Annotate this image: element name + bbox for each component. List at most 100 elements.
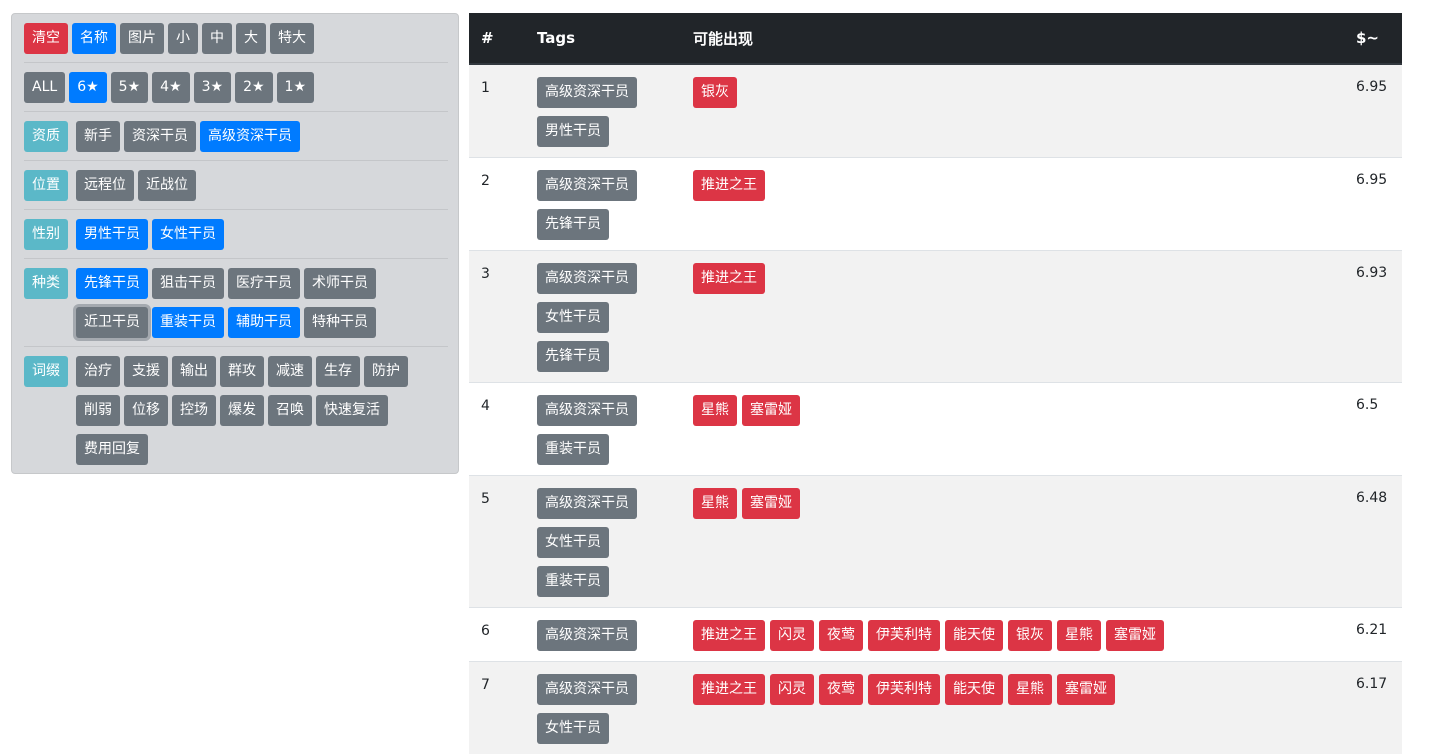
character-badge[interactable]: 伊芙利特 xyxy=(868,620,940,651)
row-number: 4 xyxy=(469,383,525,476)
filter-tag-button[interactable]: 先锋干员 xyxy=(76,268,148,299)
character-badge[interactable]: 推进之王 xyxy=(693,170,765,201)
character-badge[interactable]: 星熊 xyxy=(693,488,737,519)
filter-tag-button[interactable]: 支援 xyxy=(124,356,168,387)
character-badge[interactable]: 夜莺 xyxy=(819,620,863,651)
character-badge[interactable]: 星熊 xyxy=(1008,674,1052,705)
tag-badge: 高级资深干员 xyxy=(537,488,637,519)
filter-group-label: 位置 xyxy=(24,170,68,201)
row-number: 5 xyxy=(469,476,525,608)
filter-row-group: 位置远程位近战位 xyxy=(24,161,448,210)
filter-tag-button[interactable]: 术师干员 xyxy=(304,268,376,299)
filter-display-button[interactable]: 中 xyxy=(202,23,232,54)
filter-tag-button[interactable]: 重装干员 xyxy=(152,307,224,338)
filter-star-button[interactable]: ALL xyxy=(24,72,65,103)
filter-tag-button[interactable]: 群攻 xyxy=(220,356,264,387)
row-price: 6.21 xyxy=(1344,608,1402,662)
filter-tag-button[interactable]: 狙击干员 xyxy=(152,268,224,299)
row-characters: 推进之王 xyxy=(681,251,1344,383)
filter-star-button[interactable]: 1★ xyxy=(277,72,314,103)
filter-tag-button[interactable]: 辅助干员 xyxy=(228,307,300,338)
header-tags: Tags xyxy=(525,13,681,64)
filter-panel: 清空名称图片小中大特大 ALL6★5★4★3★2★1★ 资质新手资深干员高级资深… xyxy=(11,13,459,474)
filter-star-button[interactable]: 2★ xyxy=(235,72,272,103)
display-options: 清空名称图片小中大特大 xyxy=(24,23,448,62)
filter-tag-button[interactable]: 资深干员 xyxy=(124,121,196,152)
row-tags: 高级资深干员男性干员 xyxy=(525,64,681,158)
filter-tag-button[interactable]: 高级资深干员 xyxy=(200,121,300,152)
filter-tag-button[interactable]: 削弱 xyxy=(76,395,120,426)
row-number: 7 xyxy=(469,662,525,754)
character-badge[interactable]: 夜莺 xyxy=(819,674,863,705)
filter-tag-button[interactable]: 召唤 xyxy=(268,395,312,426)
character-badge[interactable]: 星熊 xyxy=(1057,620,1101,651)
filter-display-button[interactable]: 清空 xyxy=(24,23,68,54)
character-badge[interactable]: 塞雷娅 xyxy=(1106,620,1164,651)
filter-tag-button[interactable]: 爆发 xyxy=(220,395,264,426)
filter-star-button[interactable]: 3★ xyxy=(194,72,231,103)
row-price: 6.5 xyxy=(1344,383,1402,476)
tag-badge: 高级资深干员 xyxy=(537,620,637,651)
character-badge[interactable]: 银灰 xyxy=(693,77,737,108)
filter-tag-button[interactable]: 男性干员 xyxy=(76,219,148,250)
group-label-col: 资质 xyxy=(24,121,76,160)
filter-tag-button[interactable]: 近战位 xyxy=(138,170,196,201)
filter-tag-button[interactable]: 减速 xyxy=(268,356,312,387)
character-badge[interactable]: 推进之王 xyxy=(693,620,765,651)
filter-tag-button[interactable]: 治疗 xyxy=(76,356,120,387)
row-price: 6.17 xyxy=(1344,662,1402,754)
filter-display-button[interactable]: 特大 xyxy=(270,23,314,54)
table-row: 3高级资深干员女性干员先锋干员推进之王6.93 xyxy=(469,251,1402,383)
filter-tag-button[interactable]: 位移 xyxy=(124,395,168,426)
header-chars: 可能出现 xyxy=(681,13,1344,64)
character-badge[interactable]: 银灰 xyxy=(1008,620,1052,651)
table-row: 7高级资深干员女性干员推进之王闪灵夜莺伊芙利特能天使星熊塞雷娅6.17 xyxy=(469,662,1402,754)
character-badge[interactable]: 推进之王 xyxy=(693,674,765,705)
row-characters: 推进之王闪灵夜莺伊芙利特能天使银灰星熊塞雷娅 xyxy=(681,608,1344,662)
filter-display-button[interactable]: 名称 xyxy=(72,23,116,54)
filter-tag-button[interactable]: 生存 xyxy=(316,356,360,387)
character-badge[interactable]: 能天使 xyxy=(945,674,1003,705)
filter-tag-button[interactable]: 防护 xyxy=(364,356,408,387)
filter-tag-button[interactable]: 费用回复 xyxy=(76,434,148,465)
filter-tag-button[interactable]: 输出 xyxy=(172,356,216,387)
group-options: 新手资深干员高级资深干员 xyxy=(76,121,448,160)
group-options: 男性干员女性干员 xyxy=(76,219,448,258)
tag-badge: 女性干员 xyxy=(537,713,609,744)
filter-row-display: 清空名称图片小中大特大 xyxy=(24,14,448,63)
character-badge[interactable]: 闪灵 xyxy=(770,620,814,651)
filter-star-button[interactable]: 4★ xyxy=(152,72,189,103)
tag-badge: 女性干员 xyxy=(537,527,609,558)
character-badge[interactable]: 塞雷娅 xyxy=(742,395,800,426)
filter-tag-button[interactable]: 医疗干员 xyxy=(228,268,300,299)
character-badge[interactable]: 推进之王 xyxy=(693,263,765,294)
row-tags: 高级资深干员先锋干员 xyxy=(525,158,681,251)
row-price: 6.95 xyxy=(1344,158,1402,251)
filter-display-button[interactable]: 小 xyxy=(168,23,198,54)
filter-star-button[interactable]: 5★ xyxy=(111,72,148,103)
tag-badge: 高级资深干员 xyxy=(537,263,637,294)
group-options: 先锋干员狙击干员医疗干员术师干员近卫干员重装干员辅助干员特种干员 xyxy=(76,268,448,346)
filter-display-button[interactable]: 大 xyxy=(236,23,266,54)
row-characters: 星熊塞雷娅 xyxy=(681,383,1344,476)
results-table: # Tags 可能出现 $~ 1高级资深干员男性干员银灰6.952高级资深干员先… xyxy=(469,13,1402,754)
filter-display-button[interactable]: 图片 xyxy=(120,23,164,54)
filter-group-label: 种类 xyxy=(24,268,68,299)
character-badge[interactable]: 塞雷娅 xyxy=(1057,674,1115,705)
filter-tag-button[interactable]: 新手 xyxy=(76,121,120,152)
filter-tag-button[interactable]: 近卫干员 xyxy=(76,307,148,338)
filter-tag-button[interactable]: 女性干员 xyxy=(152,219,224,250)
row-number: 3 xyxy=(469,251,525,383)
character-badge[interactable]: 塞雷娅 xyxy=(742,488,800,519)
filter-tag-button[interactable]: 控场 xyxy=(172,395,216,426)
character-badge[interactable]: 闪灵 xyxy=(770,674,814,705)
character-badge[interactable]: 能天使 xyxy=(945,620,1003,651)
filter-group-label: 性别 xyxy=(24,219,68,250)
filter-tag-button[interactable]: 特种干员 xyxy=(304,307,376,338)
character-badge[interactable]: 伊芙利特 xyxy=(868,674,940,705)
filter-tag-button[interactable]: 远程位 xyxy=(76,170,134,201)
row-characters: 银灰 xyxy=(681,64,1344,158)
filter-tag-button[interactable]: 快速复活 xyxy=(316,395,388,426)
filter-star-button[interactable]: 6★ xyxy=(69,72,106,103)
character-badge[interactable]: 星熊 xyxy=(693,395,737,426)
